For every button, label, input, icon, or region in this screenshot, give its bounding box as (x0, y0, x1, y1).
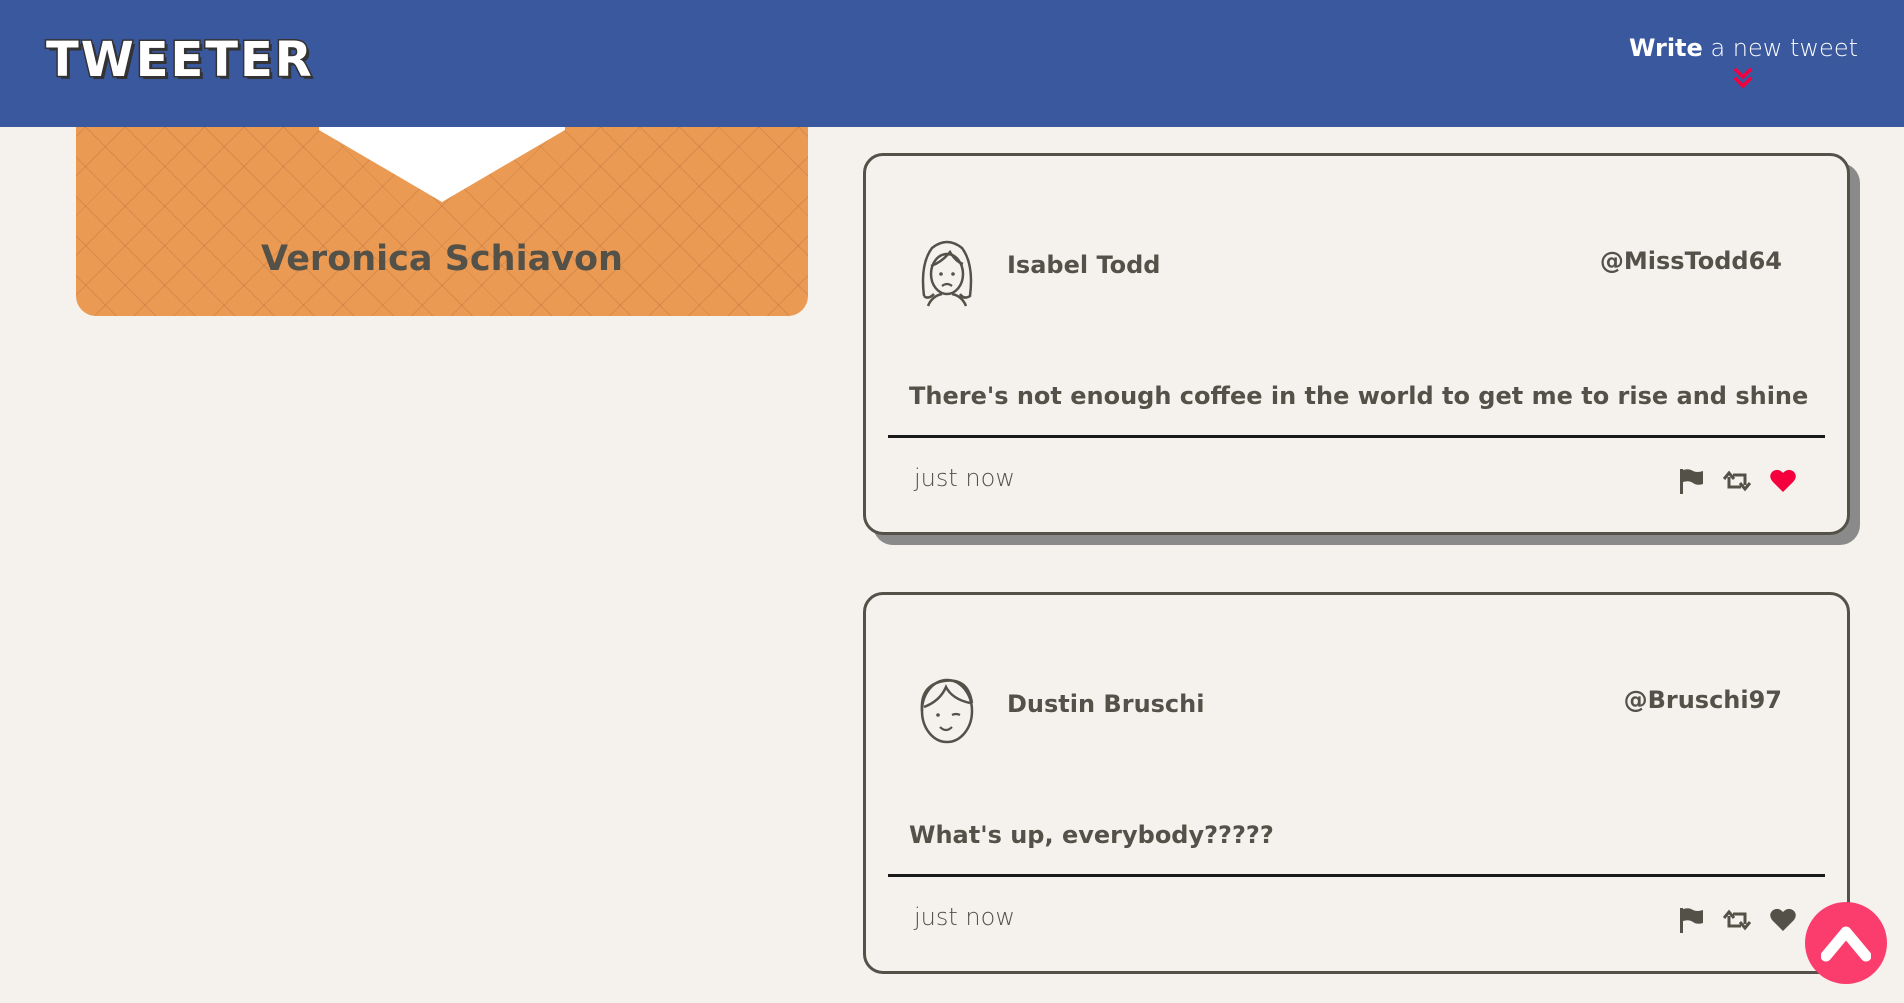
compose-toggle-button[interactable]: Write a new tweet (1629, 34, 1858, 90)
tweet-card: Isabel Todd @MissTodd64 There's not enou… (863, 153, 1850, 535)
heart-icon[interactable] (1769, 467, 1797, 495)
flag-icon[interactable] (1677, 467, 1705, 495)
compose-label: Write a new tweet (1629, 34, 1858, 62)
tweet-actions (1677, 906, 1797, 934)
tweet-author-name: Dustin Bruschi (1007, 690, 1205, 718)
tweet-divider (888, 874, 1825, 877)
tweet-avatar-female (921, 240, 973, 307)
top-nav: TWEETER Write a new tweet (0, 0, 1904, 127)
tweet-timestamp: just now (914, 903, 1015, 931)
tweet-author-handle: @MissTodd64 (1599, 247, 1782, 275)
chevron-up-icon (1821, 926, 1871, 962)
tweet-divider (888, 435, 1825, 438)
scroll-to-top-button[interactable] (1805, 902, 1887, 984)
flag-icon[interactable] (1677, 906, 1705, 934)
retweet-icon[interactable] (1723, 467, 1751, 495)
tweet-actions (1677, 467, 1797, 495)
retweet-icon[interactable] (1723, 906, 1751, 934)
tweet-card: Dustin Bruschi @Bruschi97 What's up, eve… (863, 592, 1850, 974)
tweet-author-name: Isabel Todd (1007, 251, 1161, 279)
tweet-timestamp: just now (914, 464, 1015, 492)
compose-label-rest: a new tweet (1702, 34, 1858, 62)
heart-icon[interactable] (1769, 906, 1797, 934)
tweet-avatar-male (920, 678, 974, 744)
profile-name: Veronica Schiavon (261, 239, 623, 279)
compose-label-bold: Write (1628, 34, 1703, 62)
brand-logo[interactable]: TWEETER (45, 35, 314, 86)
tweet-content: There's not enough coffee in the world t… (909, 382, 1809, 410)
chevrons-down-icon (1733, 68, 1753, 89)
tweet-content: What's up, everybody????? (909, 821, 1274, 849)
profile-card: Veronica Schiavon (76, 100, 808, 316)
tweet-author-handle: @Bruschi97 (1623, 686, 1782, 714)
